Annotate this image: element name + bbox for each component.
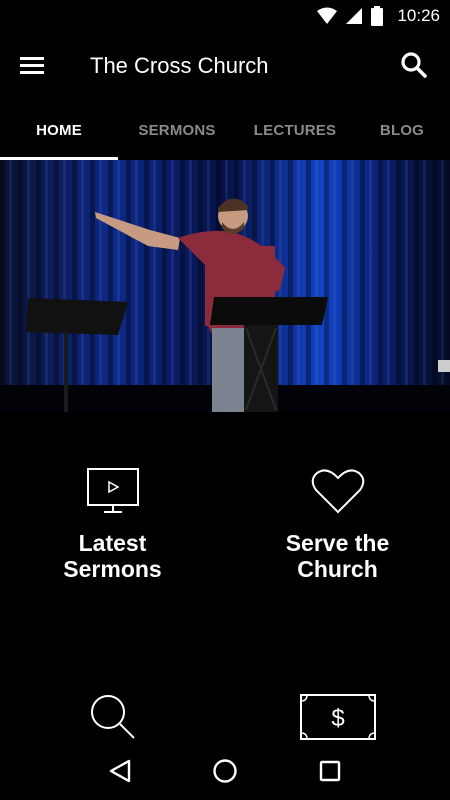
status-bar: 10:26 [0,0,450,32]
heart-icon [311,469,364,514]
app-bar: The Cross Church [0,32,450,100]
hero-image[interactable] [0,160,450,412]
home-icon[interactable] [205,751,245,791]
video-monitor-icon [86,468,139,513]
battery-icon [371,6,384,26]
system-nav-bar [0,742,450,800]
recents-icon[interactable] [310,751,350,791]
signal-icon [346,8,363,24]
tab-bar: HOME SERMONS LECTURES BLOG [0,100,450,160]
back-icon[interactable] [100,751,140,791]
wifi-icon [317,7,338,24]
latest-sermons-label: Latest Sermons [63,530,162,582]
tab-blog[interactable]: BLOG [354,100,450,160]
dollar-bill-icon: $ [299,694,376,740]
serve-the-church-label: Serve the Church [285,530,390,582]
hamburger-menu-icon[interactable] [20,52,50,80]
svg-text:$: $ [331,705,344,732]
latest-sermons-tile[interactable]: Latest Sermons [0,468,225,582]
search-icon[interactable] [400,51,430,81]
give-tile[interactable]: $ [225,694,450,740]
serve-the-church-tile[interactable]: Serve the Church [225,468,450,582]
status-time: 10:26 [397,6,440,25]
tab-home[interactable]: HOME [0,100,118,160]
search-tile[interactable] [0,694,225,740]
tab-lectures[interactable]: LECTURES [236,100,354,160]
tab-sermons[interactable]: SERMONS [118,100,236,160]
search-icon [90,695,135,739]
app-title: The Cross Church [90,53,269,78]
